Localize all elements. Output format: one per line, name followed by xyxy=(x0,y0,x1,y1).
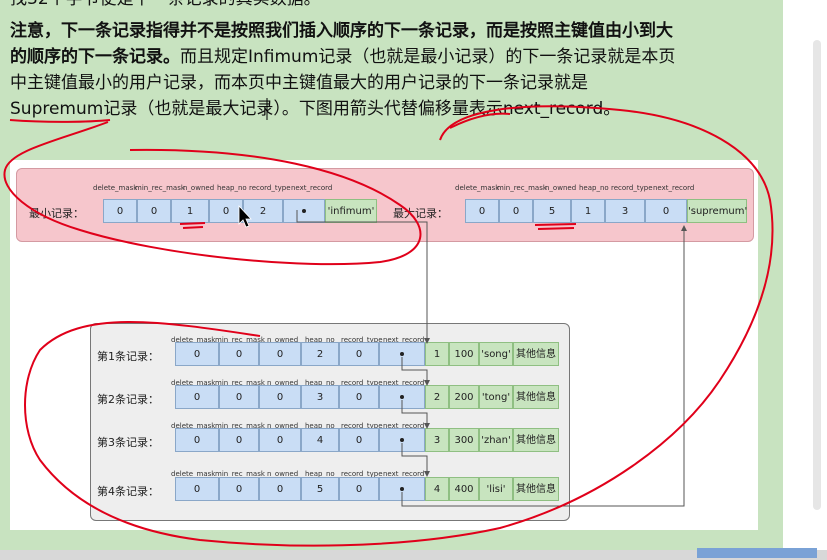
taskbar-widget[interactable] xyxy=(697,548,817,558)
red-underline-n-owned-max xyxy=(534,223,577,226)
red-loop-max xyxy=(24,105,774,547)
pointer-arrow-r1-to-r2 xyxy=(401,357,430,386)
vertical-scroll-thumb[interactable] xyxy=(813,40,821,510)
red-underline-n-owned-min-2 xyxy=(182,226,204,229)
mouse-cursor-icon xyxy=(238,204,252,228)
red-underline-n-owned-min xyxy=(179,222,206,225)
red-circle-min xyxy=(3,121,422,266)
annotation-overlay xyxy=(3,98,774,547)
red-underline-n-owned-max-2 xyxy=(537,227,575,230)
pointer-arrow-min-to-r1 xyxy=(296,210,430,344)
pointer-arrow-r2-to-r3 xyxy=(401,400,430,429)
pointer-arrow-r4-to-max xyxy=(401,225,687,507)
red-underline-supremum xyxy=(9,119,111,123)
vertical-scrollbar[interactable] xyxy=(783,0,827,560)
pointer-arrow-r3-to-r4 xyxy=(401,443,430,477)
